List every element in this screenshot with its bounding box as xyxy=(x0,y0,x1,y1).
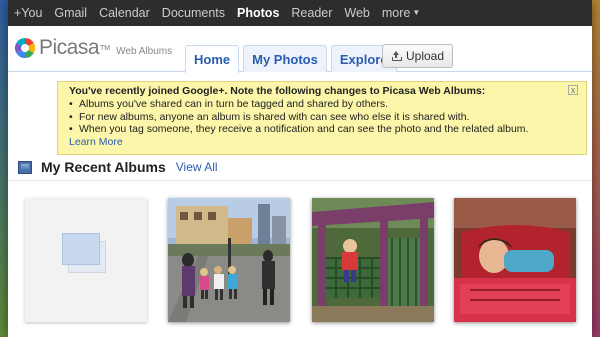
gbar-item-reader[interactable]: Reader xyxy=(291,6,332,20)
album-thumbnail-street[interactable] xyxy=(168,198,290,322)
notice-bullet: Albums you've shared can in turn be tagg… xyxy=(69,98,576,111)
gbar-item-calendar[interactable]: Calendar xyxy=(99,6,150,20)
upload-icon xyxy=(391,51,402,61)
notice-title: You've recently joined Google+. Note the… xyxy=(69,85,486,97)
chevron-down-icon: ▼ xyxy=(412,8,421,17)
album-thumbnail-empty[interactable] xyxy=(25,198,147,322)
album-thumbnail-playground[interactable] xyxy=(312,198,434,322)
logo-trademark: TM xyxy=(100,44,111,52)
logo-wordmark: Picasa xyxy=(39,36,100,59)
close-icon[interactable]: x xyxy=(568,85,578,95)
main-tabs: Home My Photos Explore xyxy=(185,45,401,73)
gbar-more-label: more xyxy=(381,6,411,20)
notice-bullet-list: Albums you've shared can in turn be tagg… xyxy=(69,98,576,136)
empty-album-icon xyxy=(62,233,112,278)
section-divider xyxy=(8,180,592,181)
notice-bullet: When you tag someone, they receive a not… xyxy=(69,123,576,136)
gbar-item-you[interactable]: +You xyxy=(14,6,42,20)
google-bar: +You Gmail Calendar Documents Photos Rea… xyxy=(8,0,592,26)
album-icon xyxy=(18,160,32,174)
google-plus-notice: You've recently joined Google+. Note the… xyxy=(57,81,587,155)
recent-albums-title: My Recent Albums xyxy=(41,159,166,175)
learn-more-link[interactable]: Learn More xyxy=(69,136,576,149)
notice-bullet: For new albums, anyone an album is share… xyxy=(69,111,576,124)
tab-my-photos[interactable]: My Photos xyxy=(243,45,327,72)
album-thumbnail-child[interactable] xyxy=(454,198,576,322)
view-all-link[interactable]: View All xyxy=(176,160,218,174)
tab-home[interactable]: Home xyxy=(185,45,240,73)
gbar-item-web[interactable]: Web xyxy=(344,6,369,20)
browser-window: +You Gmail Calendar Documents Photos Rea… xyxy=(8,0,592,337)
gbar-item-gmail[interactable]: Gmail xyxy=(54,6,87,20)
gbar-item-photos[interactable]: Photos xyxy=(237,6,279,20)
upload-button-label: Upload xyxy=(406,49,445,63)
gbar-item-documents[interactable]: Documents xyxy=(162,6,225,20)
app-header: Picasa TM Web Albums Home My Photos Expl… xyxy=(8,26,592,73)
picasa-pinwheel-icon xyxy=(14,37,36,59)
upload-button[interactable]: Upload xyxy=(382,44,454,68)
logo-subtitle: Web Albums xyxy=(116,45,173,57)
gbar-item-more[interactable]: more ▼ xyxy=(382,6,420,20)
recent-albums-header: My Recent Albums View All xyxy=(18,159,218,175)
picasa-logo[interactable]: Picasa TM Web Albums xyxy=(14,36,172,60)
